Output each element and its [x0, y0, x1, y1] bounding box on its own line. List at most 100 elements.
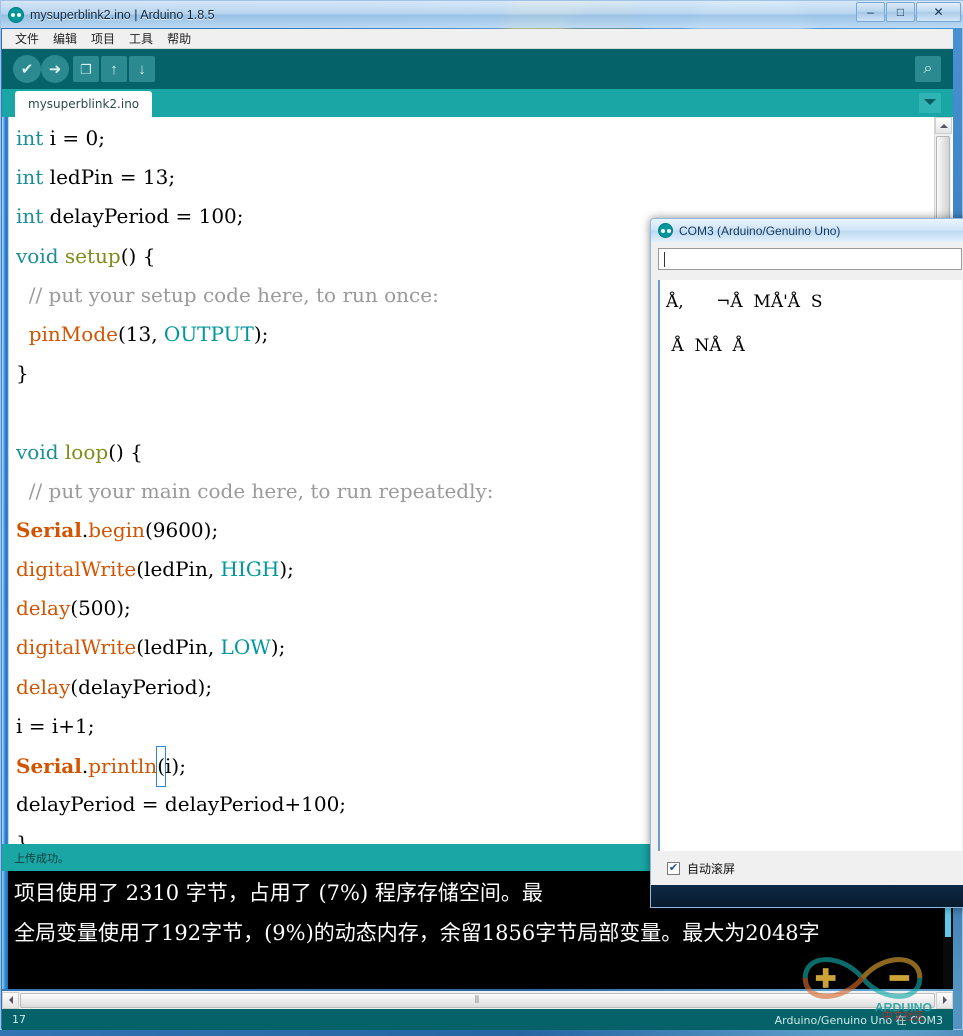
code-token: () { [108, 439, 143, 464]
code-token: Serial [16, 517, 82, 542]
chevron-down-icon [924, 99, 936, 111]
serial-monitor-title: COM3 (Arduino/Genuino Uno) [679, 223, 841, 238]
serial-output-area[interactable]: Å, ¬Å MÅ'Å S Å NÅ Å [658, 280, 962, 851]
code-token: i); [165, 754, 186, 778]
new-sketch-button[interactable]: ❐ [73, 55, 99, 82]
code-token: setup [64, 243, 121, 268]
code-token: begin [88, 517, 145, 542]
code-token: int [16, 165, 50, 190]
code-token: (delayPeriod); [70, 674, 213, 699]
code-line: int ledPin = 13; [16, 158, 933, 197]
scroll-right-arrow-icon[interactable] [936, 991, 953, 1009]
console-horizontal-scrollbar[interactable]: ⦀ [2, 991, 953, 1009]
code-token: (ledPin, [136, 635, 221, 660]
code-token: LOW [220, 635, 271, 660]
tab-bar: mysuperblink2.ino [2, 89, 953, 117]
bottom-status-bar: 17 Arduino/Genuino Uno 在 COM3 [2, 1009, 953, 1030]
code-token: OUTPUT [163, 321, 254, 346]
serial-monitor-title-bar[interactable]: COM3 (Arduino/Genuino Uno) [651, 219, 963, 242]
console-line-2: 全局变量使用了192字节，(9%)的动态内存，余留1856字节局部变量。最大为2… [14, 921, 820, 945]
code-token: } [16, 361, 29, 386]
code-token: void [16, 439, 65, 464]
hscrollbar-thumb[interactable]: ⦀ [20, 992, 935, 1008]
code-token: delay [16, 596, 71, 621]
maximize-button[interactable]: □ [886, 2, 915, 22]
scroll-left-arrow-icon[interactable] [2, 991, 19, 1009]
arrow-down-icon: ↓ [129, 56, 155, 82]
window-controls: – □ ✕ [856, 2, 961, 22]
title-bar[interactable]: mysuperblink2.ino | Arduino 1.8.5 – □ ✕ [1, 1, 963, 28]
serial-monitor-footer-controls: ✔ 自动滚屏 [651, 851, 963, 885]
serial-output-left-edge [658, 280, 660, 851]
tab-dropdown-button[interactable] [919, 93, 941, 113]
upload-button[interactable]: ➜ [41, 55, 69, 83]
code-line: int i = 0; [16, 119, 933, 158]
arduino-logo-icon [8, 6, 24, 23]
code-token: // put your main code here, to run repea… [16, 478, 494, 503]
tab-mysuperblink2[interactable]: mysuperblink2.ino [15, 91, 153, 117]
autoscroll-label: 自动滚屏 [687, 861, 736, 876]
board-port-indicator: Arduino/Genuino Uno 在 COM3 [774, 1013, 943, 1027]
editor-left-margin [2, 117, 9, 844]
serial-output-line-2: Å NÅ Å [666, 336, 745, 356]
code-token: delay [16, 674, 71, 699]
code-token: println [88, 754, 158, 778]
code-token: loop [64, 439, 109, 464]
toolbar: ✔ ➜ ❐ ↑ ↓ ⌕ [2, 49, 953, 89]
arrow-up-glyph: ↑ [110, 60, 118, 78]
line-number-indicator: 17 [12, 1013, 26, 1026]
menu-item-file[interactable]: 文件 [8, 28, 46, 49]
serial-monitor-footer-bar [651, 885, 963, 907]
menu-item-sketch[interactable]: 项目 [84, 28, 122, 49]
screen: mysuperblink2.ino | Arduino 1.8.5 – □ ✕ … [0, 0, 963, 1036]
serial-output-line-1: Å, ¬Å MÅ'Å S [666, 292, 823, 312]
arrow-right-glyph: ➜ [48, 60, 62, 78]
menu-item-help[interactable]: 帮助 [160, 28, 198, 49]
code-token: pinMode [16, 321, 118, 346]
serial-monitor-button[interactable]: ⌕ [915, 56, 941, 82]
code-token: (ledPin, [136, 557, 221, 582]
arrow-up-icon: ↑ [101, 56, 127, 82]
code-token: Serial [16, 754, 82, 778]
code-token: ); [253, 321, 269, 346]
code-token: (500); [70, 596, 131, 621]
verify-button[interactable]: ✔ [13, 55, 41, 83]
menu-item-edit[interactable]: 编辑 [46, 28, 84, 49]
code-token: (13, [117, 321, 164, 346]
save-sketch-button[interactable]: ↓ [129, 55, 155, 82]
document-glyph: ❐ [80, 61, 92, 77]
arrow-down-glyph: ↓ [138, 60, 146, 78]
open-sketch-button[interactable]: ↑ [101, 55, 127, 82]
code-token: ); [270, 635, 286, 660]
code-token: delayPeriod = delayPeriod+100; [16, 792, 347, 817]
code-token: ledPin = 13; [49, 165, 176, 190]
menu-bar: 文件 编辑 项目 工具 帮助 [2, 29, 953, 49]
code-token: void [16, 243, 65, 268]
code-token: digitalWrite [16, 557, 137, 582]
menu-item-tools[interactable]: 工具 [122, 28, 160, 49]
check-icon: ✔ [13, 55, 41, 83]
serial-send-input[interactable] [658, 248, 962, 270]
code-token: delayPeriod = 100; [49, 204, 244, 229]
console-left-margin [2, 871, 8, 989]
document-icon: ❐ [73, 56, 99, 82]
code-token: i = 0; [49, 126, 106, 150]
arduino-logo-icon [658, 223, 673, 238]
code-token: // put your setup code here, to run once… [16, 282, 439, 307]
code-token: } [16, 831, 29, 844]
code-token: ); [279, 557, 294, 582]
scroll-up-arrow-icon[interactable] [935, 117, 952, 134]
serial-monitor-window: COM3 (Arduino/Genuino Uno) Å, ¬Å MÅ'Å S … [650, 218, 963, 908]
code-token: (9600); [144, 517, 219, 542]
code-token: digitalWrite [16, 635, 137, 660]
autoscroll-checkbox[interactable]: ✔ [667, 861, 680, 875]
close-button[interactable]: ✕ [916, 2, 961, 22]
code-token: int [16, 126, 50, 150]
text-caret [664, 251, 665, 267]
minimize-button[interactable]: – [856, 2, 885, 22]
window-title: mysuperblink2.ino | Arduino 1.8.5 [30, 7, 215, 22]
code-token: HIGH [220, 557, 280, 582]
code-token: () { [120, 243, 156, 268]
arrow-right-icon: ➜ [41, 55, 69, 83]
code-token: int [16, 204, 50, 229]
